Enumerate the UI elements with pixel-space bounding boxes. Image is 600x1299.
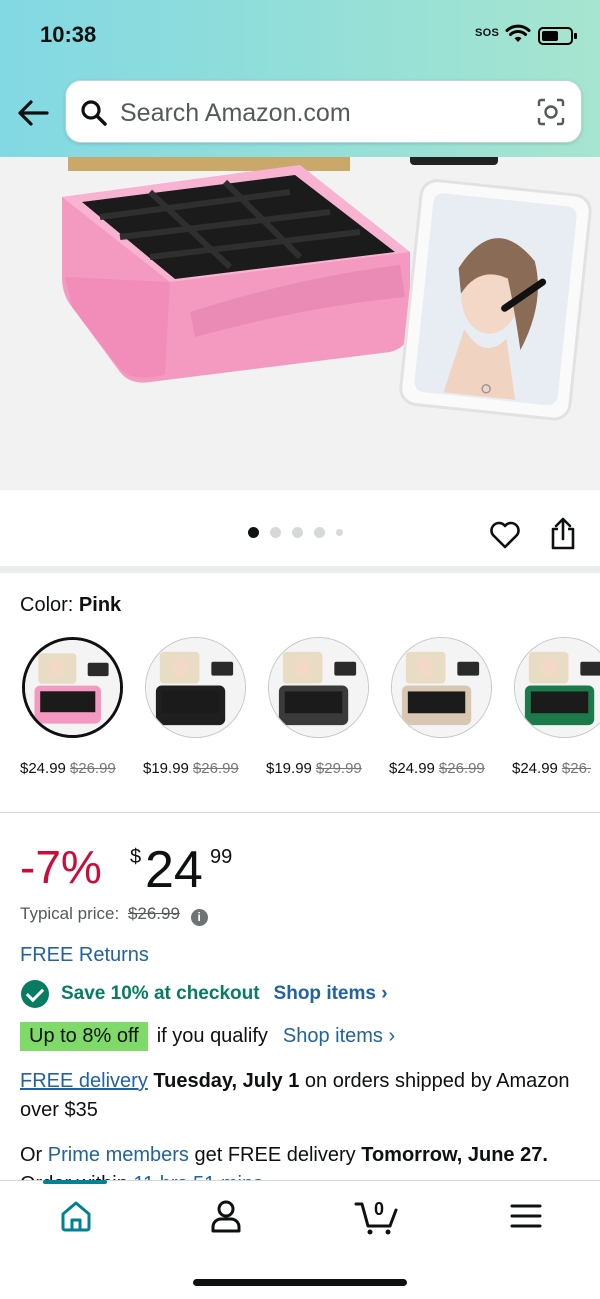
app-header: 10:38 SOS Search Amazon.com: [0, 0, 600, 157]
back-arrow-icon[interactable]: [16, 98, 50, 128]
color-swatch[interactable]: [391, 637, 492, 738]
wifi-icon: [505, 24, 531, 42]
swatch-price: $24.99 $26.: [512, 760, 591, 777]
offer-text: if you qualify: [156, 1025, 268, 1047]
share-icon[interactable]: [548, 517, 578, 551]
swatch-image: [146, 638, 245, 737]
heart-icon[interactable]: [489, 520, 521, 550]
home-icon[interactable]: [56, 1196, 96, 1236]
swatch-price-current: $24.99: [389, 760, 435, 777]
typical-price-value: $26.99: [127, 904, 180, 923]
coupon-text: Save 10% at checkout: [61, 983, 260, 1004]
prime-middle: get FREE delivery: [188, 1144, 362, 1166]
typical-price-label: Typical price:: [20, 904, 120, 923]
color-swatch[interactable]: [145, 637, 246, 738]
delivery-date: Tuesday, July 1: [153, 1070, 300, 1092]
swatch-price: $19.99 $26.99: [143, 760, 239, 777]
swatch-price-current: $24.99: [512, 760, 558, 777]
prime-members-link[interactable]: Prime members: [48, 1144, 189, 1166]
product-photo: [62, 157, 592, 421]
swatch-price: $24.99 $26.99: [20, 760, 116, 777]
typical-price: Typical price: $26.99 i: [20, 904, 208, 926]
price-whole: 24: [145, 841, 203, 899]
carousel-dot[interactable]: [314, 527, 325, 538]
carousel-dot[interactable]: [248, 527, 259, 538]
swatch-image: [515, 638, 600, 737]
swatch-price-old: $26.99: [192, 760, 239, 777]
home-indicator: [193, 1279, 407, 1286]
battery-icon: [538, 27, 577, 45]
swatch-price-current: $24.99: [20, 760, 66, 777]
prime-date: Tomorrow, June 27.: [361, 1144, 548, 1166]
color-label: Color: Pink: [20, 594, 121, 617]
swatch-price-old: $29.99: [315, 760, 362, 777]
swatch-image: [25, 640, 120, 735]
coupon-shop-items-link[interactable]: Shop items ›: [274, 983, 388, 1005]
delivery-info: FREE delivery Tuesday, July 1 on orders …: [20, 1067, 580, 1125]
discount-percent: -7%: [20, 841, 102, 893]
account-icon[interactable]: [206, 1196, 246, 1236]
swatch-price-old: $26.: [561, 760, 592, 777]
color-swatch[interactable]: [22, 637, 123, 738]
cart-icon[interactable]: 0: [354, 1196, 400, 1236]
divider: [0, 812, 600, 813]
carousel-dot[interactable]: [292, 527, 303, 538]
swatch-price-current: $19.99: [266, 760, 312, 777]
search-bar[interactable]: Search Amazon.com: [65, 80, 582, 143]
sos-indicator: SOS: [475, 27, 500, 39]
active-tab-indicator: [43, 1180, 107, 1184]
color-swatch[interactable]: [268, 637, 369, 738]
check-circle-icon: [21, 980, 49, 1008]
swatch-price: $24.99 $26.99: [389, 760, 485, 777]
price-currency: $: [130, 846, 142, 868]
menu-icon[interactable]: [506, 1196, 546, 1236]
search-icon: [81, 100, 107, 126]
camera-lens-icon[interactable]: [536, 97, 566, 127]
carousel-dots[interactable]: [248, 527, 343, 538]
color-swatch[interactable]: [514, 637, 600, 738]
color-label-text: Color:: [20, 594, 74, 616]
free-delivery-link[interactable]: FREE delivery: [20, 1070, 148, 1092]
swatch-price: $19.99 $29.99: [266, 760, 362, 777]
status-bar: 10:38 SOS: [0, 20, 600, 52]
free-returns-link[interactable]: FREE Returns: [20, 944, 149, 967]
swatch-price-current: $19.99: [143, 760, 189, 777]
carousel-dot[interactable]: [336, 529, 343, 536]
swatch-image: [269, 638, 368, 737]
offer-badge: Up to 8% off: [20, 1022, 148, 1051]
swatch-price-old: $26.99: [438, 760, 485, 777]
info-icon[interactable]: i: [190, 909, 208, 926]
offer-row: Up to 8% off if you qualify Shop items ›: [20, 1022, 395, 1051]
swatch-image: [392, 638, 491, 737]
cart-count: 0: [374, 1199, 384, 1219]
offer-shop-items-link[interactable]: Shop items ›: [283, 1025, 395, 1048]
section-divider: [0, 566, 600, 573]
carousel-dot[interactable]: [270, 527, 281, 538]
selected-color: Pink: [78, 594, 122, 616]
search-input[interactable]: Search Amazon.com: [120, 99, 351, 128]
swatch-price-old: $26.99: [69, 760, 116, 777]
prime-prefix: Or: [20, 1144, 48, 1166]
product-image[interactable]: [0, 157, 600, 490]
price-fraction: 99: [210, 846, 233, 868]
coupon-row: Save 10% at checkout Shop items ›: [21, 980, 388, 1008]
status-time: 10:38: [40, 22, 97, 47]
